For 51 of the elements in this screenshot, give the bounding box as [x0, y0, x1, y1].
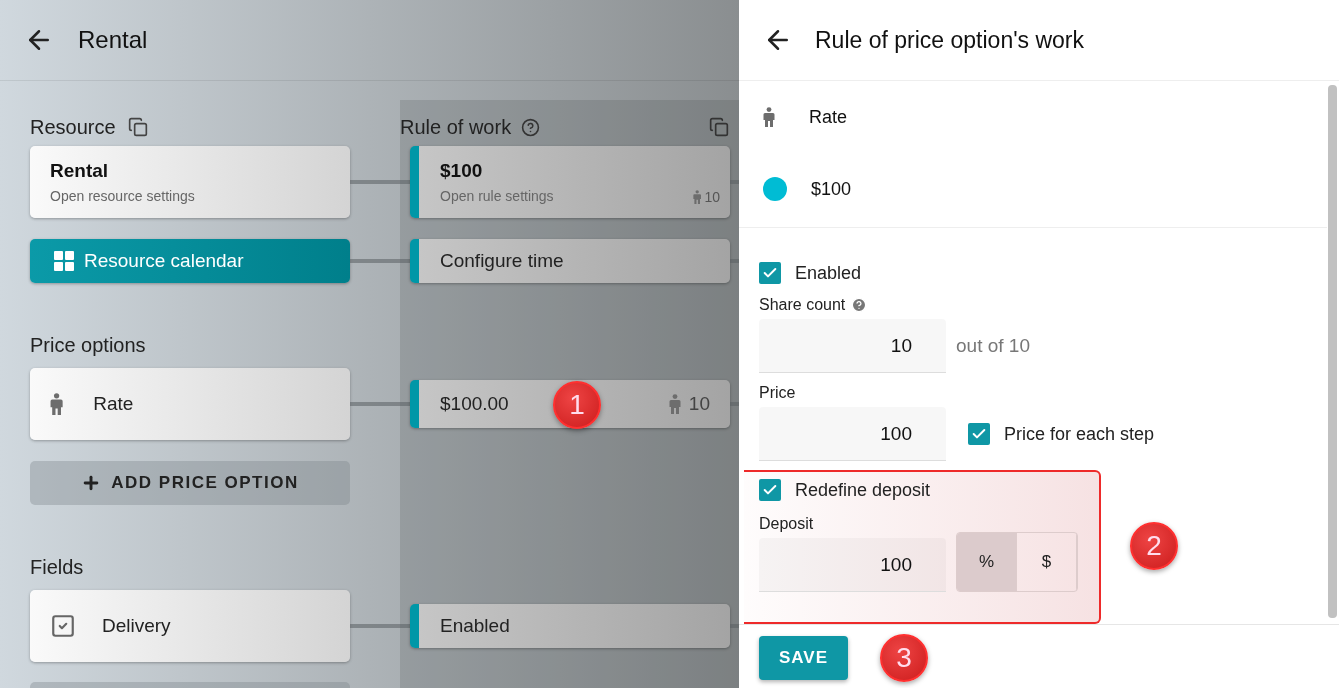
card-title: Rental [50, 160, 110, 182]
card-title: $100 [440, 160, 484, 182]
checkbox-label: Price for each step [1004, 423, 1155, 445]
price-option-card[interactable]: Rate [30, 368, 350, 440]
help-icon[interactable] [521, 117, 541, 137]
option-name: Rate [809, 106, 848, 128]
section-label: Fields [30, 556, 84, 579]
resource-calendar-button[interactable]: Resource calendar [30, 239, 350, 283]
grid-icon [54, 251, 74, 271]
checkbox[interactable] [759, 479, 781, 501]
checkbox-icon [50, 613, 76, 639]
save-button[interactable]: SAVE [759, 636, 848, 680]
drawer-title: Rule of price option's work [815, 26, 1084, 54]
checkbox[interactable] [759, 262, 781, 284]
person-icon [50, 393, 64, 415]
share-count: 10 [688, 393, 710, 415]
add-price-option-button[interactable]: ADD PRICE OPTION [30, 461, 350, 505]
unit-toggle[interactable]: $ [1017, 533, 1077, 591]
field-suffix: out of 10 [956, 335, 1030, 357]
copy-icon[interactable] [709, 117, 729, 137]
card-subtitle: Open rule settings [440, 188, 554, 204]
time-card[interactable]: Configure time [410, 239, 730, 283]
card-subtitle: Open resource settings [50, 188, 195, 204]
card-title: Configure time [440, 250, 564, 272]
field-label: Price [759, 384, 796, 402]
section-label: Rule of work [400, 115, 512, 139]
unit-toggle[interactable]: % [957, 533, 1017, 591]
page-title: Rental [78, 26, 148, 54]
person-icon [668, 394, 681, 414]
section-label: Resource [30, 115, 116, 139]
person-icon [763, 107, 775, 127]
scrollbar[interactable] [1328, 85, 1337, 618]
copy-icon[interactable] [127, 117, 148, 137]
checkbox[interactable] [968, 423, 990, 445]
status-dot [763, 177, 787, 201]
section-label: Price options [30, 334, 146, 357]
field-rule-card[interactable]: Enabled [410, 604, 730, 648]
field-label: Deposit [759, 515, 814, 533]
field-label: Share count [759, 296, 846, 314]
checkbox-label: Redefine deposit [795, 479, 931, 501]
share-count: 10 [704, 189, 720, 205]
rule-name: $100 [811, 178, 852, 200]
rule-card[interactable]: $100 Open rule settings 10 [410, 146, 730, 218]
resource-card[interactable]: Rental Open resource settings [30, 146, 350, 218]
card-title: $100.00 [440, 393, 509, 415]
checkbox-label: Enabled [795, 262, 862, 284]
field-card[interactable]: Delivery [30, 590, 350, 662]
card-title: Rate [93, 393, 134, 415]
card-title: Delivery [102, 615, 171, 637]
person-icon [693, 190, 702, 204]
card-title: Enabled [440, 615, 510, 637]
